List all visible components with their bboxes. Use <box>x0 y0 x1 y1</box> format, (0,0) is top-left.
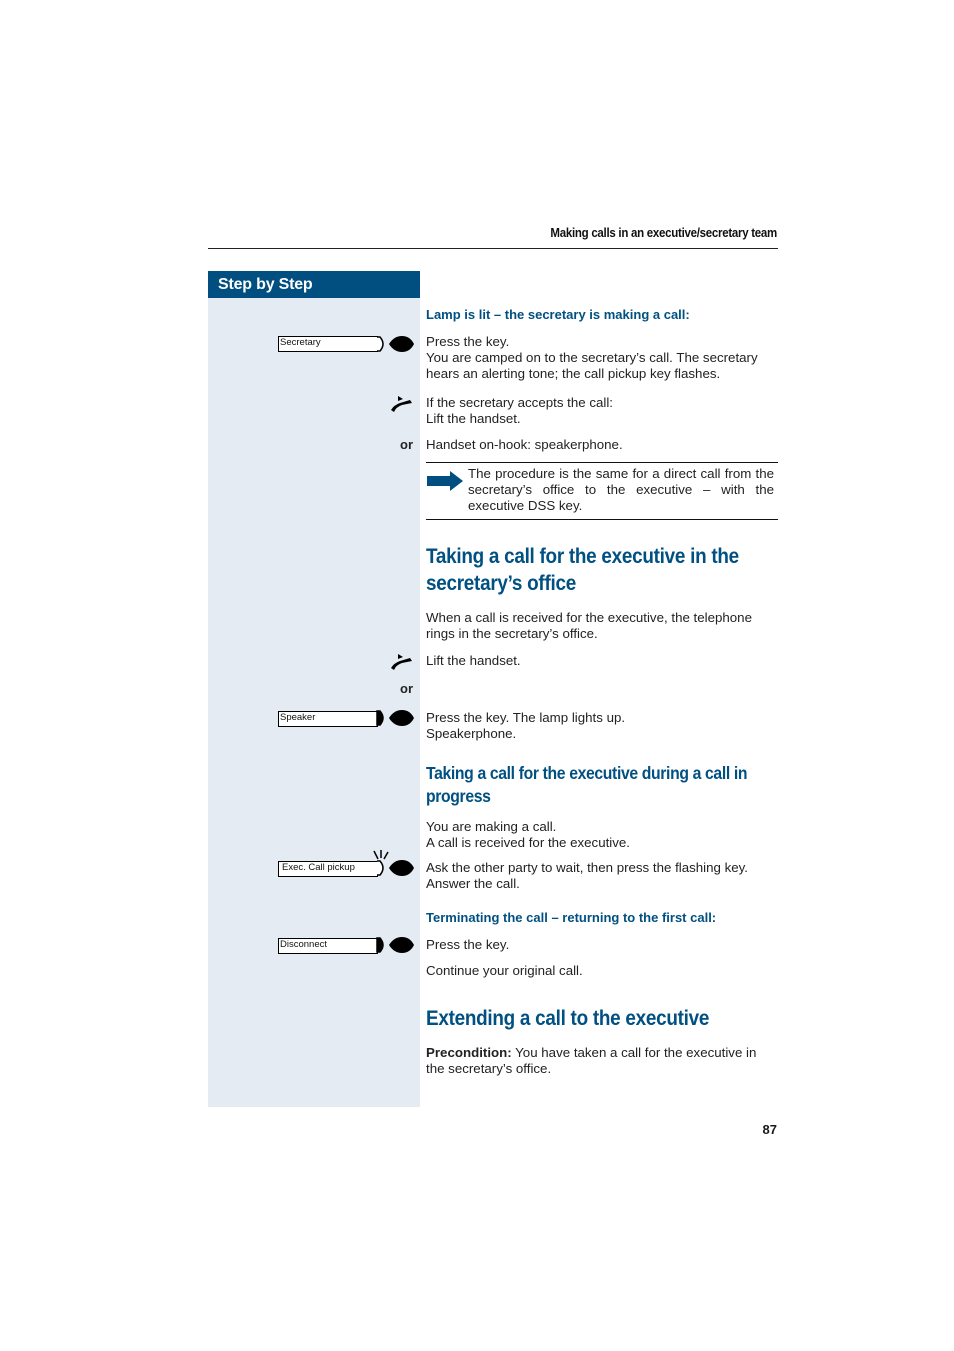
section-heading: Taking a call for the executive during a… <box>426 763 748 806</box>
section-heading: Extending a call to the executive <box>426 1007 710 1030</box>
page-number: 87 <box>762 1122 777 1137</box>
key-label: Exec. Call pickup <box>278 861 378 877</box>
precondition-label: Precondition: <box>426 1045 512 1060</box>
running-header: Making calls in an executive/secretary t… <box>550 226 777 240</box>
key-label: Secretary <box>278 336 378 352</box>
precondition-text: Precondition: You have taken a call for … <box>426 1045 778 1077</box>
subheading-terminating: Terminating the call – returning to the … <box>426 910 717 925</box>
header-rule <box>208 248 778 249</box>
lift-handset-icon <box>391 396 412 412</box>
step-text: Answer the call. <box>426 876 520 891</box>
step-text: Ask the other party to wait, then press … <box>426 860 749 875</box>
exec-call-pickup-key[interactable]: Exec. Call pickup <box>278 861 378 877</box>
subheading-lamp-lit: Lamp is lit – the secretary is making a … <box>426 307 690 322</box>
or-label: or <box>400 681 413 696</box>
key-button-lit-icon <box>376 937 414 953</box>
section-heading: Taking a call for the executive in the s… <box>426 545 739 595</box>
secretary-key[interactable]: Secretary <box>278 336 378 352</box>
key-button-icon <box>377 860 414 876</box>
intro-text: You are making a call. <box>426 819 557 834</box>
step-text: Lift the handset. <box>426 411 521 426</box>
note-arrow-icon <box>427 471 463 491</box>
note-text: The procedure is the same for a direct c… <box>468 466 774 513</box>
step-text: Continue your original call. <box>426 963 583 978</box>
note-rule-bottom <box>426 519 778 520</box>
intro-text: A call is received for the executive. <box>426 835 630 850</box>
disconnect-key[interactable]: Disconnect <box>278 938 378 954</box>
step-text: Lift the handset. <box>426 653 521 668</box>
key-label: Disconnect <box>278 938 378 954</box>
step-text: Press the key. <box>426 937 510 952</box>
step-text: Press the key. <box>426 334 510 349</box>
intro-text: When a call is received for the executiv… <box>426 610 752 641</box>
key-button-icon <box>377 336 414 352</box>
step-text: Handset on-hook: speakerphone. <box>426 437 623 452</box>
key-button-lit-icon <box>376 710 414 726</box>
key-label: Speaker <box>278 711 378 727</box>
step-text: Press the key. The lamp lights up. <box>426 710 626 725</box>
step-text: You are camped on to the secretary’s cal… <box>426 350 758 381</box>
note-rule-top <box>426 462 778 463</box>
speaker-key[interactable]: Speaker <box>278 711 378 727</box>
or-label: or <box>400 437 413 452</box>
step-text: If the secretary accepts the call: <box>426 395 613 410</box>
lift-handset-icon <box>391 654 412 670</box>
sidebar-title: Step by Step <box>208 271 420 298</box>
step-text: Speakerphone. <box>426 726 517 741</box>
